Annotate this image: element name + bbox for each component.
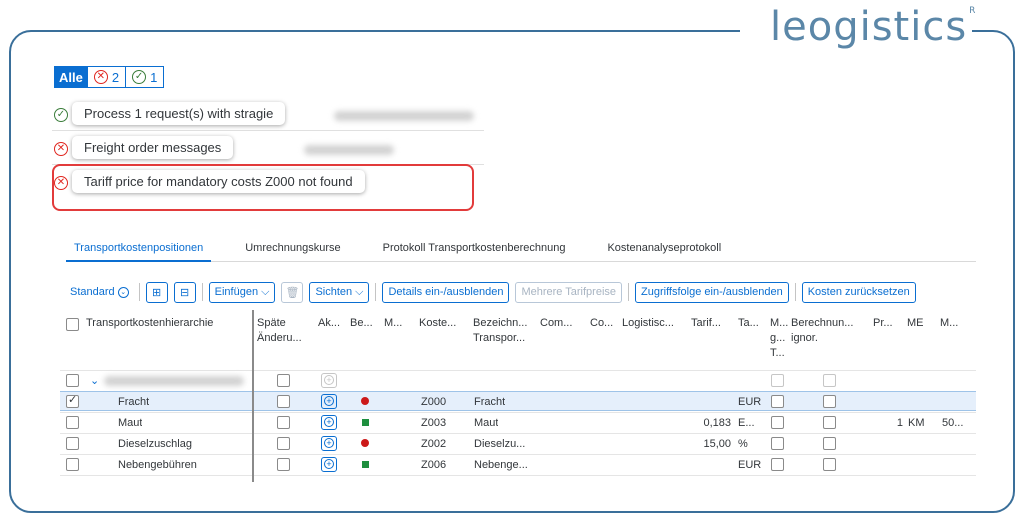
tab-umrechnungskurse[interactable]: Umrechnungskurse [237, 240, 348, 262]
add-button[interactable]: + [321, 394, 337, 409]
insert-button[interactable]: Einfügen ⌵ [208, 281, 276, 303]
column-header[interactable]: Späte Änderu... [257, 316, 313, 346]
checkbox[interactable] [771, 374, 784, 387]
ignore-calc-checkbox[interactable] [823, 395, 836, 408]
details-toggle-button[interactable]: Details ein-/ausblenden [382, 281, 510, 303]
collapse-all-button[interactable]: ⊟ [173, 281, 196, 303]
status-red-icon [361, 439, 369, 447]
message-filter: Alle ✕ 2 ✓ 1 [54, 66, 165, 88]
filter-success-button[interactable]: ✓ 1 [126, 67, 163, 87]
access-sequence-button[interactable]: Zugriffsfolge ein-/ausblenden [635, 281, 789, 303]
late-change-checkbox[interactable] [277, 437, 290, 450]
checkbox[interactable] [771, 458, 784, 471]
tab-protokoll[interactable]: Protokoll Transportkostenberechnung [375, 240, 574, 262]
tab-kostenanalyseprotokoll[interactable]: Kostenanalyseprotokoll [599, 240, 729, 262]
column-header[interactable]: Com... [540, 316, 580, 331]
add-button[interactable]: + [321, 457, 337, 472]
trash-icon: 🗑 [285, 286, 300, 299]
collapse-icon[interactable]: ⌄ [90, 374, 99, 388]
row-checkbox[interactable] [66, 437, 79, 450]
table-header: Transportkostenhierarchie Späte Änderu..… [60, 310, 976, 368]
transport-cost-table: Transportkostenhierarchie Späte Änderu..… [60, 310, 976, 482]
message-row[interactable]: ✓ Process 1 request(s) with stragie [52, 99, 484, 131]
error-icon: ✕ [54, 142, 68, 156]
checkbox[interactable] [771, 437, 784, 450]
checkbox[interactable] [771, 416, 784, 429]
column-header[interactable]: Ak... [318, 316, 344, 331]
column-header[interactable]: M... [384, 316, 408, 331]
expand-icon: ⊞ [152, 286, 162, 299]
chevron-down-icon: ⌵ [355, 285, 364, 298]
late-change-checkbox[interactable] [277, 458, 290, 471]
column-header[interactable]: Pr... [873, 316, 899, 331]
select-all-checkbox[interactable] [66, 318, 79, 331]
expand-all-button[interactable]: ⊞ [145, 281, 168, 303]
message-text: Process 1 request(s) with stragie [72, 102, 286, 125]
views-button[interactable]: Sichten ⌵ [309, 281, 370, 303]
error-highlight-box [52, 164, 474, 211]
row-checkbox[interactable] [66, 393, 79, 408]
ignore-calc-checkbox[interactable] [823, 458, 836, 471]
chevron-down-icon: ⌄ [117, 286, 129, 298]
success-icon: ✓ [54, 108, 68, 122]
row-checkbox[interactable] [66, 374, 79, 387]
add-button[interactable]: + [321, 415, 337, 430]
column-header[interactable]: Ta... [738, 316, 764, 331]
table-row[interactable]: Maut + Z003 Maut 0,183 E... 1 KM 50... [60, 412, 976, 432]
add-button[interactable]: + [321, 436, 337, 451]
column-header[interactable]: M... g... T... [770, 316, 788, 361]
ignore-calc-checkbox[interactable] [823, 416, 836, 429]
column-header[interactable]: ME [907, 316, 933, 331]
late-change-checkbox[interactable] [277, 374, 290, 387]
delete-button[interactable]: 🗑 [281, 281, 304, 303]
add-button[interactable]: + [321, 373, 337, 388]
column-header[interactable]: Transportkostenhierarchie [86, 316, 246, 331]
table-row[interactable]: Fracht + Z000 Fracht EUR [60, 391, 976, 411]
row-checkbox[interactable] [66, 416, 79, 429]
error-icon: ✕ [93, 70, 108, 84]
reset-costs-button[interactable]: Kosten zurücksetzen [801, 281, 916, 303]
checkbox[interactable] [771, 395, 784, 408]
status-green-icon [362, 419, 369, 426]
frozen-column-divider [252, 310, 254, 482]
row-checkbox[interactable] [66, 458, 79, 471]
column-header[interactable]: Be... [350, 316, 376, 331]
chevron-down-icon: ⌵ [261, 285, 270, 298]
message-text: Freight order messages [72, 136, 234, 159]
late-change-checkbox[interactable] [277, 416, 290, 429]
table-toolbar: Standard ⌄ ⊞ ⊟ Einfügen ⌵ 🗑 Sichten ⌵ Deta… [66, 280, 916, 304]
column-header[interactable]: Tarif... [691, 316, 731, 331]
column-header[interactable]: Koste... [419, 316, 463, 331]
column-header[interactable]: M... [940, 316, 970, 331]
tab-transportkostenpositionen[interactable]: Transportkostenpositionen [66, 240, 212, 262]
table-row[interactable]: Dieselzuschlag + Z002 Dieselzu... 15,00 … [60, 433, 976, 453]
late-change-checkbox[interactable] [277, 395, 290, 408]
column-header[interactable]: Co... [590, 316, 620, 331]
column-header[interactable]: Bezeichn... Transpor... [473, 316, 535, 346]
variant-selector[interactable]: Standard ⌄ [66, 286, 133, 298]
column-header[interactable]: Berechnun... ignor. [791, 316, 865, 346]
tab-bar: Transportkostenpositionen Umrechnungskur… [66, 240, 976, 262]
multiple-tariffs-button[interactable]: Mehrere Tarifpreise [515, 281, 623, 303]
ignore-calc-checkbox[interactable] [823, 437, 836, 450]
leogistics-logo: leogistics R [770, 4, 977, 50]
table-row[interactable]: Nebengebühren + Z006 Nebenge... EUR [60, 454, 976, 474]
status-green-icon [362, 461, 369, 468]
table-row[interactable]: ⌄ + [60, 370, 976, 390]
status-red-icon [361, 397, 369, 405]
success-icon: ✓ [132, 70, 147, 84]
collapse-icon: ⊟ [180, 286, 190, 299]
filter-error-button[interactable]: ✕ 2 [88, 67, 127, 87]
column-header[interactable]: Logistisc... [622, 316, 682, 331]
ignore-calc-checkbox[interactable] [823, 374, 836, 387]
message-row[interactable]: ✕ Freight order messages [52, 133, 484, 165]
filter-all-button[interactable]: Alle [55, 67, 88, 87]
